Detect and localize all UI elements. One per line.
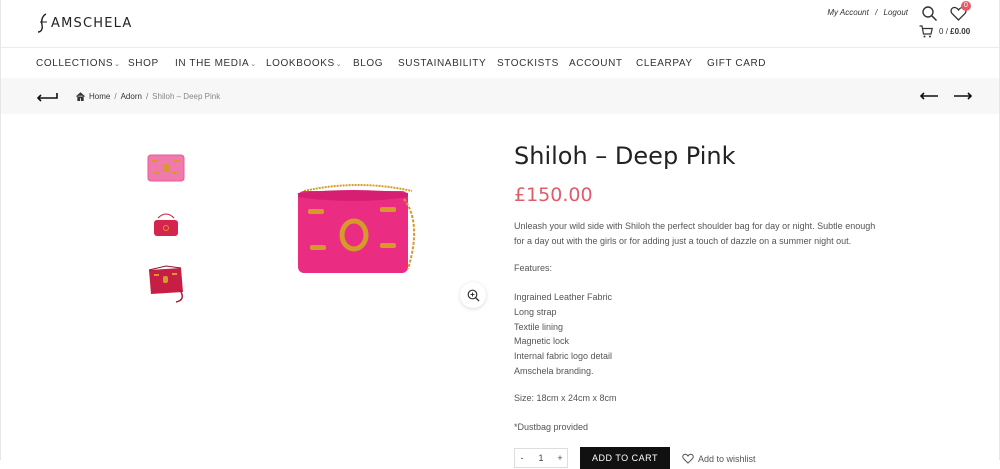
brand-name: AMSCHELA — [51, 15, 133, 31]
nav-label: LOOKBOOKS — [266, 58, 335, 69]
cart-separator: / — [945, 27, 948, 36]
nav-label: ACCOUNT — [569, 58, 623, 69]
qty-minus-button[interactable]: - — [515, 453, 529, 463]
add-to-wishlist-link[interactable]: Add to wishlist — [682, 453, 756, 464]
dustbag-note: *Dustbag provided — [514, 422, 589, 432]
nav-item-gift-card[interactable]: GIFT CARD — [707, 58, 766, 69]
chevron-down-icon: ⌄ — [335, 61, 343, 68]
feature-item: Long strap — [514, 306, 557, 317]
chevron-down-icon: ⌄ — [250, 61, 257, 68]
nav-label: BLOG — [353, 58, 384, 69]
feature-item: Internal fabric logo detail — [514, 351, 613, 362]
nav-item-stockists[interactable]: STOCKISTS — [497, 58, 559, 69]
main-nav: COLLECTIONS⌄ SHOP IN THE MEDIA⌄ LOOKBOOK… — [1, 47, 999, 79]
breadcrumb-home[interactable]: Home — [89, 92, 110, 101]
back-arrow-icon[interactable] — [36, 91, 58, 103]
breadcrumb-category[interactable]: Adorn — [121, 92, 142, 101]
cart-total: £0.00 — [950, 27, 971, 36]
heart-icon — [682, 453, 694, 464]
nav-item-account[interactable]: ACCOUNT — [569, 58, 623, 69]
product-main-image[interactable] — [296, 183, 420, 275]
wishlist-count-badge: 0 — [961, 1, 971, 11]
feature-item: Amschela branding. — [514, 365, 594, 376]
nav-item-blog[interactable]: BLOG — [353, 58, 383, 69]
nav-label: STOCKISTS — [497, 58, 559, 69]
features-list: Ingrained Leather Fabric Long strap Text… — [514, 290, 612, 379]
breadcrumb-separator: / — [114, 92, 117, 101]
product-thumbnail-1[interactable] — [146, 152, 186, 184]
nav-item-shop[interactable]: SHOP — [128, 58, 159, 69]
quantity-stepper[interactable]: - 1 + — [514, 448, 568, 468]
cart-icon — [919, 25, 933, 38]
account-separator: / — [875, 8, 878, 17]
product-description: Unleash your wild side with Shiloh the p… — [514, 221, 876, 246]
nav-item-collections[interactable]: COLLECTIONS⌄ — [36, 58, 121, 69]
my-account-link[interactable]: My Account — [827, 8, 869, 17]
nav-item-lookbooks[interactable]: LOOKBOOKS⌄ — [266, 58, 342, 69]
product-title: Shiloh – Deep Pink — [514, 142, 736, 170]
wishlist-label: Add to wishlist — [698, 453, 756, 464]
account-links: My Account / Logout — [825, 8, 910, 17]
qty-input[interactable]: 1 — [534, 453, 548, 463]
nav-label: SUSTAINABILITY — [398, 58, 487, 69]
amschela-logo-icon — [37, 13, 47, 33]
zoom-in-icon — [467, 289, 479, 301]
feature-item: Magnetic lock — [514, 336, 570, 347]
nav-label: SHOP — [128, 58, 159, 69]
nav-item-in-the-media[interactable]: IN THE MEDIA⌄ — [175, 58, 257, 69]
feature-item: Textile lining — [514, 321, 564, 332]
nav-item-sustainability[interactable]: SUSTAINABILITY — [398, 58, 486, 69]
search-icon[interactable] — [921, 5, 938, 22]
zoom-button[interactable] — [460, 282, 486, 308]
nav-label: CLEARPAY — [636, 58, 693, 69]
chevron-down-icon: ⌄ — [114, 61, 121, 68]
product-price: £150.00 — [514, 184, 593, 206]
product-size: Size: 18cm x 24cm x 8cm — [514, 393, 617, 403]
add-to-cart-button[interactable]: ADD TO CART — [580, 447, 670, 469]
product-thumbnail-2[interactable] — [146, 208, 186, 240]
cart-count: 0 — [939, 27, 944, 36]
next-product-icon[interactable] — [953, 90, 973, 102]
qty-plus-button[interactable]: + — [553, 453, 567, 463]
nav-item-clearpay[interactable]: CLEARPAY — [636, 58, 693, 69]
brand-logo[interactable]: AMSCHELA — [37, 13, 132, 33]
nav-label: COLLECTIONS — [36, 58, 114, 69]
previous-product-icon[interactable] — [919, 90, 939, 102]
features-heading: Features: — [514, 263, 553, 273]
feature-item: Ingrained Leather Fabric — [514, 292, 613, 302]
nav-label: GIFT CARD — [707, 58, 767, 69]
product-thumbnail-3[interactable] — [146, 262, 186, 304]
cart-summary[interactable]: 0 / £0.00 — [919, 25, 970, 38]
home-icon — [76, 92, 85, 101]
logout-link[interactable]: Logout — [884, 8, 908, 17]
breadcrumb: Home / Adorn / Shiloh – Deep Pink — [76, 92, 220, 101]
breadcrumb-current: Shiloh – Deep Pink — [152, 92, 221, 101]
breadcrumb-separator: / — [145, 92, 149, 101]
nav-label: IN THE MEDIA — [175, 58, 250, 69]
